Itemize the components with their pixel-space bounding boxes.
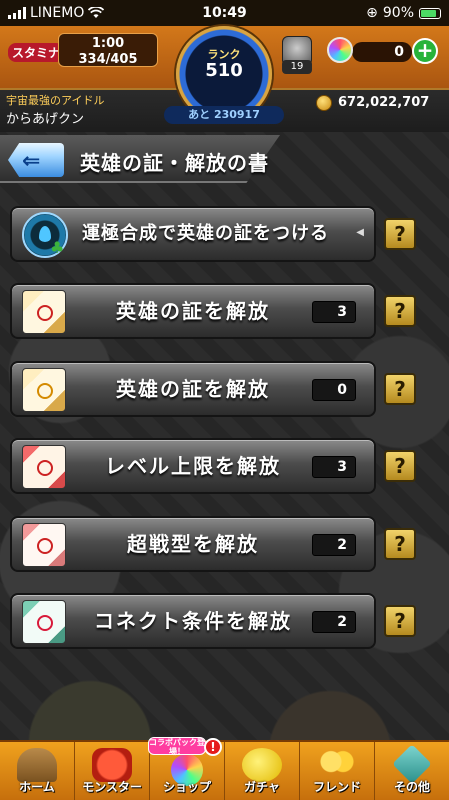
alert-badge: ! bbox=[204, 738, 222, 756]
coin-icon bbox=[316, 95, 332, 111]
menu-row-unlock-hero-seal-1[interactable]: 英雄の証を解放 3 bbox=[10, 283, 376, 339]
item-count-badge: 3 bbox=[312, 301, 356, 323]
monster-icon bbox=[92, 748, 132, 782]
nav-label: ショップ bbox=[162, 780, 211, 794]
nav-gacha[interactable]: ガチャ bbox=[225, 742, 300, 800]
back-button[interactable]: ⇐ bbox=[8, 143, 64, 177]
status-bar: LINEMO 10:49 ⊕ 90% bbox=[0, 0, 449, 26]
nav-label: モンスター bbox=[82, 780, 142, 794]
nav-label: ホーム bbox=[19, 780, 55, 794]
player-name: からあげクン bbox=[6, 112, 85, 127]
home-icon bbox=[17, 748, 57, 782]
stamina-value: 334/405 bbox=[78, 52, 138, 67]
item-count-badge: 2 bbox=[312, 534, 356, 556]
stamina-timer: 1:00 bbox=[91, 36, 125, 51]
help-button[interactable]: ? bbox=[384, 218, 416, 250]
item-count-badge: 3 bbox=[312, 456, 356, 478]
orientation-lock-icon: ⊕ bbox=[366, 5, 378, 21]
status-right: ⊕ 90% bbox=[366, 5, 441, 21]
nav-label: ガチャ bbox=[244, 780, 280, 794]
help-button[interactable]: ? bbox=[384, 450, 416, 482]
gacha-icon bbox=[242, 748, 282, 782]
back-arrow-icon: ⇐ bbox=[22, 149, 41, 174]
orb-count: 0 bbox=[352, 42, 412, 62]
stamina-box[interactable]: 1:00 334/405 bbox=[58, 33, 158, 67]
menu-label: 運極合成で英雄の証をつける bbox=[82, 223, 329, 244]
menu-row-attach-hero-seal[interactable]: ♣ 運極合成で英雄の証をつける ◀ bbox=[10, 206, 376, 262]
item-count-badge: 2 bbox=[312, 611, 356, 633]
help-button[interactable]: ? bbox=[384, 295, 416, 327]
player-title: 宇宙最強のアイドル bbox=[6, 94, 105, 107]
nav-friend[interactable]: フレンド bbox=[300, 742, 375, 800]
rank-next-exp: あと 230917 bbox=[164, 106, 284, 124]
help-button[interactable]: ? bbox=[384, 528, 416, 560]
collab-pack-badge: コラボパック登場！ bbox=[148, 737, 206, 756]
item-count: 19 bbox=[282, 60, 312, 74]
stamina-label: スタミナ bbox=[8, 43, 65, 62]
menu-row-unlock-super-combat[interactable]: 超戦型を解放 2 bbox=[10, 516, 376, 572]
nav-label: その他 bbox=[393, 780, 430, 794]
nav-monster[interactable]: モンスター bbox=[75, 742, 150, 800]
battery-percent: 90% bbox=[382, 5, 414, 21]
page-title: 英雄の証・解放の書 bbox=[80, 151, 269, 175]
buy-orb-button[interactable]: + bbox=[412, 38, 438, 64]
nav-other[interactable]: その他 bbox=[375, 742, 449, 800]
orb-icon bbox=[327, 37, 353, 63]
caret-left-icon: ◀ bbox=[356, 227, 364, 238]
menu-row-unlock-hero-seal-2[interactable]: 英雄の証を解放 0 bbox=[10, 361, 376, 417]
bottom-nav: ホーム モンスター ショップ ガチャ フレンド その他 bbox=[0, 740, 449, 800]
gold-value: 672,022,707 bbox=[338, 95, 430, 110]
help-button[interactable]: ? bbox=[384, 605, 416, 637]
menu-row-unlock-level-cap[interactable]: レベル上限を解放 3 bbox=[10, 438, 376, 494]
nav-label: フレンド bbox=[312, 780, 361, 794]
battery-icon bbox=[419, 7, 441, 19]
help-button[interactable]: ? bbox=[384, 373, 416, 405]
item-count-badge: 0 bbox=[312, 379, 356, 401]
friend-icon bbox=[317, 748, 357, 782]
rank-value: 510 bbox=[205, 60, 243, 81]
menu-row-unlock-connect-condition[interactable]: コネクト条件を解放 2 bbox=[10, 593, 376, 649]
nav-home[interactable]: ホーム bbox=[0, 742, 75, 800]
